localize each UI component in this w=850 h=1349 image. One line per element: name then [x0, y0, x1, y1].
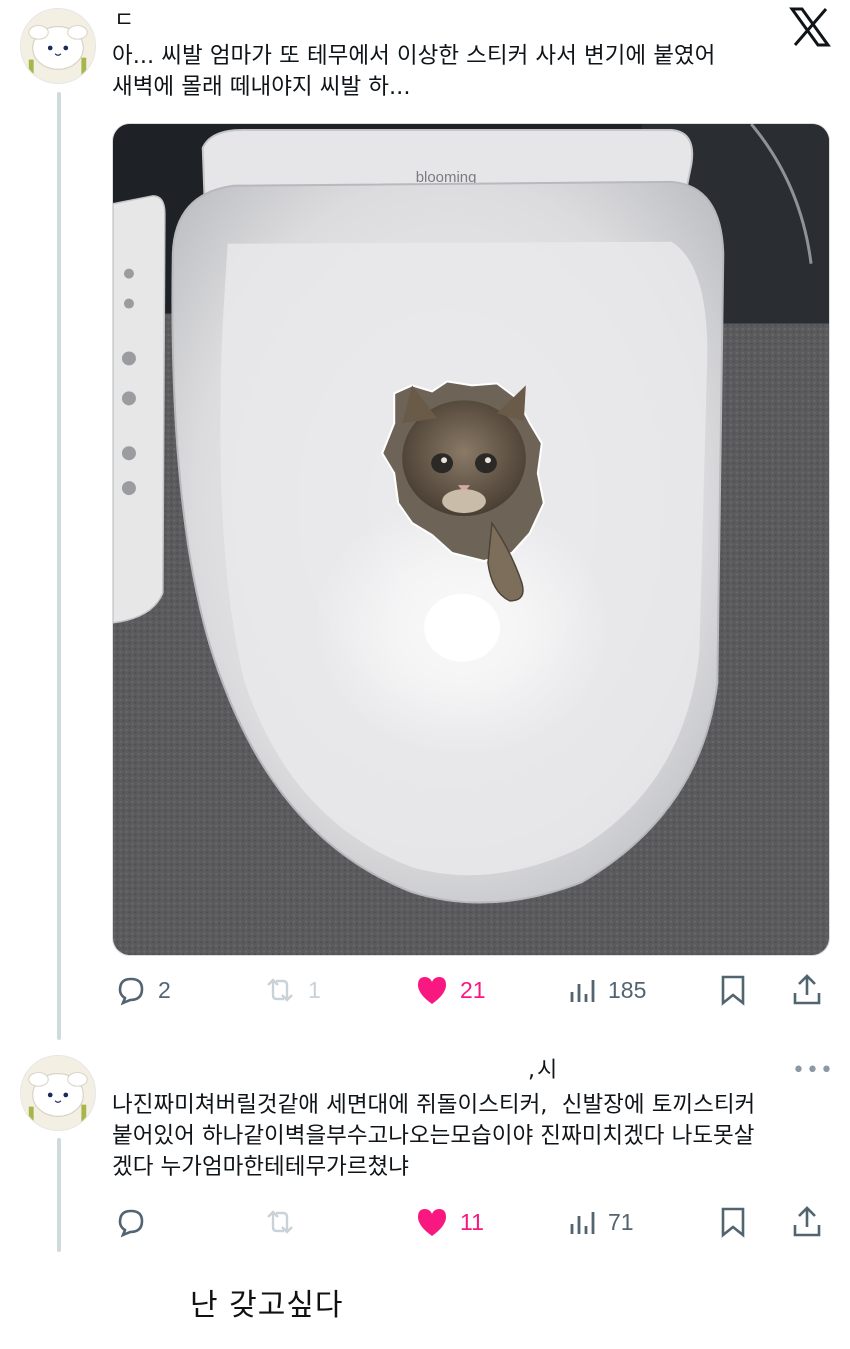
heart-icon — [418, 977, 446, 1004]
bookmark-icon — [721, 975, 745, 1006]
username-fragment[interactable]: ㄷ — [114, 2, 136, 34]
like-count: 21 — [460, 976, 486, 1003]
reply-button[interactable]: 2 — [114, 970, 171, 1010]
retweet-button[interactable] — [262, 1202, 308, 1242]
thread-connector — [57, 1138, 61, 1252]
avatar[interactable] — [20, 8, 96, 84]
view-count: 71 — [608, 1208, 634, 1235]
share-icon — [793, 974, 821, 1005]
view-count: 185 — [608, 976, 647, 1003]
views-button[interactable]: 71 — [568, 1202, 634, 1242]
tweet-photo[interactable]: blooming — [112, 123, 830, 956]
bookmark-button[interactable] — [718, 1202, 748, 1242]
views-button[interactable]: 185 — [568, 970, 646, 1010]
reply-button[interactable] — [114, 1202, 158, 1242]
post-comment: 난 갖고싶다 — [190, 1288, 344, 1323]
more-options-icon[interactable]: ••• — [792, 1058, 834, 1083]
like-button[interactable]: 21 — [414, 970, 486, 1010]
tweet-actions: 11 71 — [112, 1202, 830, 1242]
heart-icon — [418, 1209, 446, 1236]
reply-icon — [118, 1209, 144, 1238]
views-icon — [570, 1212, 595, 1234]
retweet-icon — [267, 978, 293, 1002]
tweet-text: 나진짜미쳐버릴것같애 세면대에 쥐돌이스티커, 신발장에 토끼스티커 붙어있어 … — [112, 1092, 756, 1180]
x-logo-icon[interactable] — [788, 6, 832, 48]
tweet-actions: 2 1 21 185 — [112, 970, 830, 1010]
like-button[interactable]: 11 — [414, 1202, 484, 1242]
retweet-icon — [267, 1210, 293, 1234]
share-button[interactable] — [790, 970, 824, 1010]
avatar[interactable] — [20, 1055, 96, 1131]
retweet-count: 1 — [308, 976, 321, 1003]
reply-count: 2 — [158, 976, 171, 1003]
bookmark-button[interactable] — [718, 970, 748, 1010]
like-count: 11 — [460, 1208, 484, 1235]
tweet-text: 아... 씨발 엄마가 또 테무에서 이상한 스티커 사서 변기에 붙였어 새벽… — [112, 43, 716, 100]
thread-connector — [57, 92, 61, 1040]
views-icon — [570, 980, 595, 1002]
share-icon — [793, 1206, 821, 1237]
retweet-button[interactable]: 1 — [262, 970, 321, 1010]
reply-icon — [118, 977, 144, 1006]
timestamp-fragment[interactable]: ,시 — [528, 1052, 559, 1084]
bookmark-icon — [721, 1207, 745, 1238]
share-button[interactable] — [790, 1202, 824, 1242]
